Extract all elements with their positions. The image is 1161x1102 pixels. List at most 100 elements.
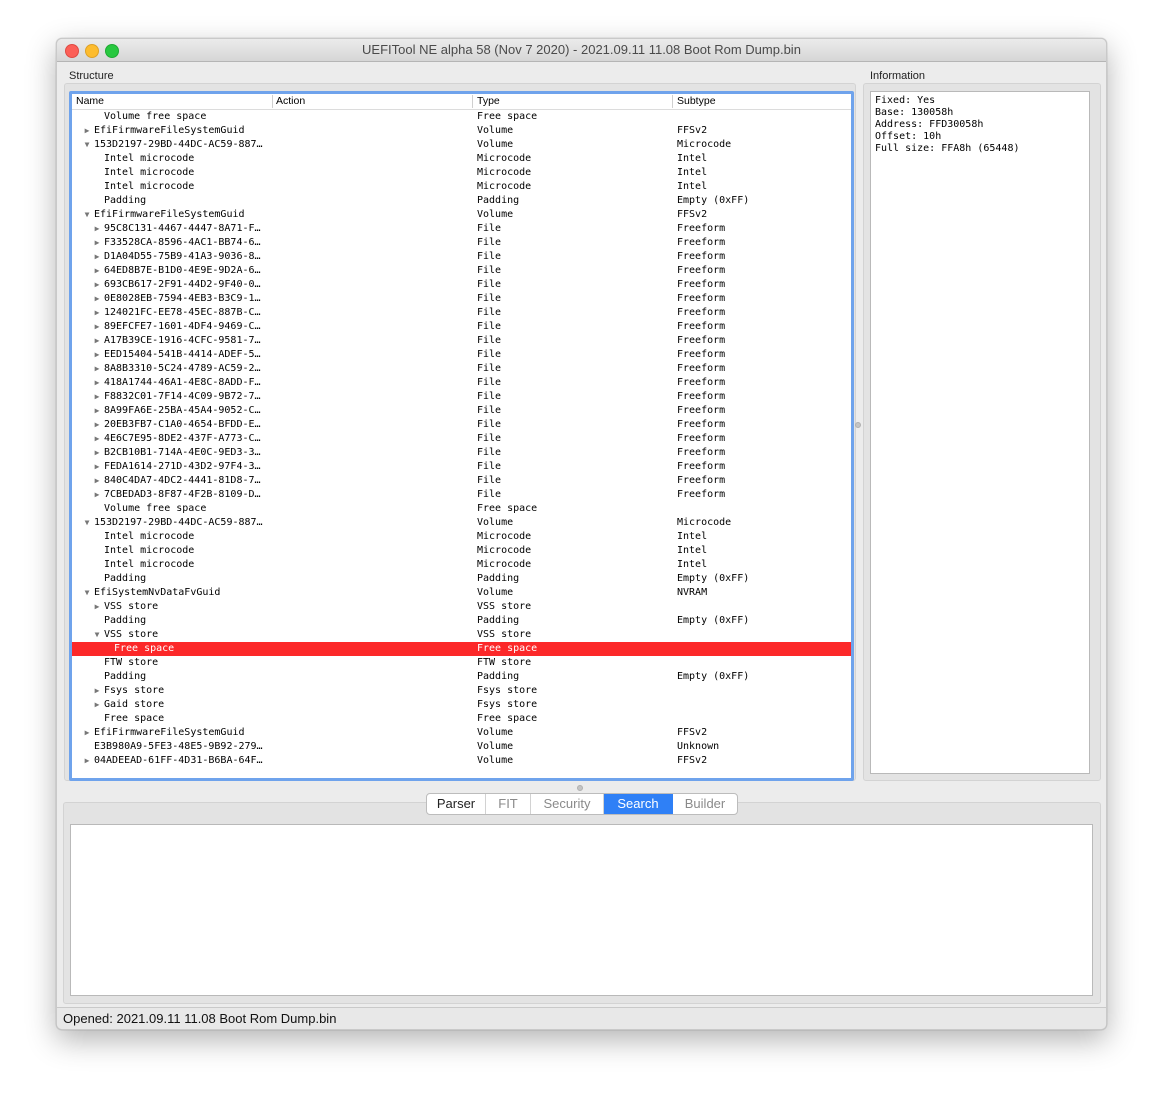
- tree-row[interactable]: ▶ 95C8C131-4467-4447-8A71-F… File Freeform: [72, 222, 851, 236]
- tree-row[interactable]: ▶ 20EB3FB7-C1A0-4654-BFDD-E… File Freeform: [72, 418, 851, 432]
- collapsed-arrow-icon[interactable]: ▶: [82, 124, 92, 138]
- collapsed-arrow-icon[interactable]: ▶: [92, 404, 102, 418]
- tree-row[interactable]: Free space Free space: [72, 712, 851, 726]
- collapsed-arrow-icon[interactable]: ▶: [92, 334, 102, 348]
- expanded-arrow-icon[interactable]: ▼: [82, 208, 92, 222]
- tree-row[interactable]: ▶ EfiFirmwareFileSystemGuid Volume FFSv2: [72, 726, 851, 740]
- tree-row[interactable]: ▶ 89EFCFE7-1601-4DF4-9469-C… File Freeform: [72, 320, 851, 334]
- tree-row[interactable]: ▶ 418A1744-46A1-4E8C-8ADD-F… File Freeform: [72, 376, 851, 390]
- collapsed-arrow-icon[interactable]: ▶: [92, 390, 102, 404]
- collapsed-arrow-icon[interactable]: ▶: [92, 460, 102, 474]
- tree-row[interactable]: Intel microcode Microcode Intel: [72, 152, 851, 166]
- title-bar[interactable]: UEFITool NE alpha 58 (Nov 7 2020) - 2021…: [57, 39, 1106, 62]
- collapsed-arrow-icon[interactable]: ▶: [92, 250, 102, 264]
- tree-row[interactable]: Intel microcode Microcode Intel: [72, 166, 851, 180]
- column-header-name[interactable]: Name: [76, 95, 104, 109]
- tab-parser[interactable]: Parser: [427, 794, 486, 814]
- tree-row[interactable]: ▶ 7CBEDAD3-8F87-4F2B-8109-D… File Freeform: [72, 488, 851, 502]
- collapsed-arrow-icon[interactable]: ▶: [92, 236, 102, 250]
- tree-row[interactable]: Padding Padding Empty (0xFF): [72, 614, 851, 628]
- tree-row[interactable]: Padding Padding Empty (0xFF): [72, 670, 851, 684]
- tree-row[interactable]: ▶ Gaid store Fsys store: [72, 698, 851, 712]
- tree-row[interactable]: E3B980A9-5FE3-48E5-9B92-279… Volume Unknow…: [72, 740, 851, 754]
- horizontal-splitter-handle[interactable]: [577, 785, 583, 791]
- collapsed-arrow-icon[interactable]: ▶: [92, 292, 102, 306]
- tree-row[interactable]: ▶ 8A8B3310-5C24-4789-AC59-2… File Freeform: [72, 362, 851, 376]
- tree-row[interactable]: ▶ 840C4DA7-4DC2-4441-81D8-7… File Freeform: [72, 474, 851, 488]
- tree-row[interactable]: Intel microcode Microcode Intel: [72, 558, 851, 572]
- tree-row[interactable]: ▼ EfiSystemNvDataFvGuid Volume NVRAM: [72, 586, 851, 600]
- tree-cell-type: File: [477, 223, 502, 234]
- tree-cell-name: D1A04D55-75B9-41A3-9036-8…: [104, 251, 261, 262]
- tree-cell-type: File: [477, 405, 502, 416]
- expanded-arrow-icon[interactable]: ▼: [82, 138, 92, 152]
- collapsed-arrow-icon[interactable]: ▶: [92, 446, 102, 460]
- tree-row[interactable]: ▶ 124021FC-EE78-45EC-887B-C… File Freeform: [72, 306, 851, 320]
- tree-row[interactable]: ▼ 153D2197-29BD-44DC-AC59-887… Volume Micro…: [72, 516, 851, 530]
- tree-row[interactable]: ▶ F33528CA-8596-4AC1-BB74-6… File Freeform: [72, 236, 851, 250]
- tree-row[interactable]: Padding Padding Empty (0xFF): [72, 194, 851, 208]
- collapsed-arrow-icon[interactable]: ▶: [92, 278, 102, 292]
- collapsed-arrow-icon[interactable]: ▶: [92, 376, 102, 390]
- collapsed-arrow-icon[interactable]: ▶: [92, 320, 102, 334]
- collapsed-arrow-icon[interactable]: ▶: [92, 684, 102, 698]
- tree-cell-type: Free space: [477, 713, 538, 724]
- column-separator[interactable]: [272, 95, 273, 108]
- tree-row[interactable]: ▼ EfiFirmwareFileSystemGuid Volume FFSv2: [72, 208, 851, 222]
- expanded-arrow-icon[interactable]: ▼: [82, 516, 92, 530]
- collapsed-arrow-icon[interactable]: ▶: [82, 726, 92, 740]
- tree-row-selected[interactable]: Free space Free space: [72, 642, 851, 656]
- collapsed-arrow-icon[interactable]: ▶: [92, 348, 102, 362]
- tree-row[interactable]: ▶ D1A04D55-75B9-41A3-9036-8… File Freeform: [72, 250, 851, 264]
- collapsed-arrow-icon[interactable]: ▶: [92, 222, 102, 236]
- structure-tree[interactable]: Name Action Type Subtype Volume free spa…: [69, 91, 854, 781]
- column-separator[interactable]: [472, 95, 473, 108]
- collapsed-arrow-icon[interactable]: ▶: [92, 698, 102, 712]
- tab-search[interactable]: Search: [604, 794, 673, 814]
- tree-row[interactable]: ▶ F8832C01-7F14-4C09-9B72-7… File Freeform: [72, 390, 851, 404]
- tree-row[interactable]: ▶ 4E6C7E95-8DE2-437F-A773-C… File Freeform: [72, 432, 851, 446]
- tree-row[interactable]: ▶ 04ADEEAD-61FF-4D31-B6BA-64F… Volume FFSv2: [72, 754, 851, 768]
- column-separator[interactable]: [672, 95, 673, 108]
- tree-row[interactable]: Intel microcode Microcode Intel: [72, 530, 851, 544]
- tree-row[interactable]: ▶ B2CB10B1-714A-4E0C-9ED3-3… File Freeform: [72, 446, 851, 460]
- column-header-type[interactable]: Type: [477, 95, 500, 109]
- collapsed-arrow-icon[interactable]: ▶: [92, 306, 102, 320]
- collapsed-arrow-icon[interactable]: ▶: [92, 488, 102, 502]
- column-header-subtype[interactable]: Subtype: [677, 95, 716, 109]
- tree-row[interactable]: Padding Padding Empty (0xFF): [72, 572, 851, 586]
- tree-row[interactable]: ▶ Fsys store Fsys store: [72, 684, 851, 698]
- collapsed-arrow-icon[interactable]: ▶: [92, 432, 102, 446]
- tree-row[interactable]: ▶ 8A99FA6E-25BA-45A4-9052-C… File Freeform: [72, 404, 851, 418]
- tree-row[interactable]: ▶ EfiFirmwareFileSystemGuid Volume FFSv2: [72, 124, 851, 138]
- tree-row[interactable]: Intel microcode Microcode Intel: [72, 544, 851, 558]
- tree-row[interactable]: Intel microcode Microcode Intel: [72, 180, 851, 194]
- collapsed-arrow-icon[interactable]: ▶: [92, 600, 102, 614]
- tree-row[interactable]: ▶ 64ED8B7E-B1D0-4E9E-9D2A-6… File Freeform: [72, 264, 851, 278]
- tree-row[interactable]: ▶ A17B39CE-1916-4CFC-9581-7… File Freeform: [72, 334, 851, 348]
- tree-row[interactable]: Volume free space Free space: [72, 502, 851, 516]
- vertical-splitter-handle[interactable]: [855, 422, 861, 428]
- tree-row[interactable]: ▶ FEDA1614-271D-43D2-97F4-3… File Freeform: [72, 460, 851, 474]
- tree-row[interactable]: ▶ 693CB617-2F91-44D2-9F40-0… File Freeform: [72, 278, 851, 292]
- tree-row[interactable]: ▼ 153D2197-29BD-44DC-AC59-887… Volume Micro…: [72, 138, 851, 152]
- information-panel[interactable]: Fixed: Yes Base: 130058h Address: FFD30058…: [870, 91, 1090, 774]
- collapsed-arrow-icon[interactable]: ▶: [92, 418, 102, 432]
- search-results-area[interactable]: [70, 824, 1093, 996]
- collapsed-arrow-icon[interactable]: ▶: [82, 754, 92, 768]
- expanded-arrow-icon[interactable]: ▼: [82, 586, 92, 600]
- collapsed-arrow-icon[interactable]: ▶: [92, 264, 102, 278]
- tab-builder[interactable]: Builder: [673, 794, 737, 814]
- tree-row[interactable]: ▶ 0E8028EB-7594-4EB3-B3C9-1… File Freeform: [72, 292, 851, 306]
- tree-row[interactable]: ▶ VSS store VSS store: [72, 600, 851, 614]
- tree-row[interactable]: ▶ EED15404-541B-4414-ADEF-5… File Freeform: [72, 348, 851, 362]
- collapsed-arrow-icon[interactable]: ▶: [92, 362, 102, 376]
- tree-row[interactable]: Volume free space Free space: [72, 110, 851, 124]
- expanded-arrow-icon[interactable]: ▼: [92, 628, 102, 642]
- collapsed-arrow-icon[interactable]: ▶: [92, 474, 102, 488]
- tab-security[interactable]: Security: [531, 794, 604, 814]
- tab-fit[interactable]: FIT: [486, 794, 531, 814]
- tree-row[interactable]: FTW store FTW store: [72, 656, 851, 670]
- column-header-action[interactable]: Action: [276, 95, 305, 109]
- tree-row[interactable]: ▼ VSS store VSS store: [72, 628, 851, 642]
